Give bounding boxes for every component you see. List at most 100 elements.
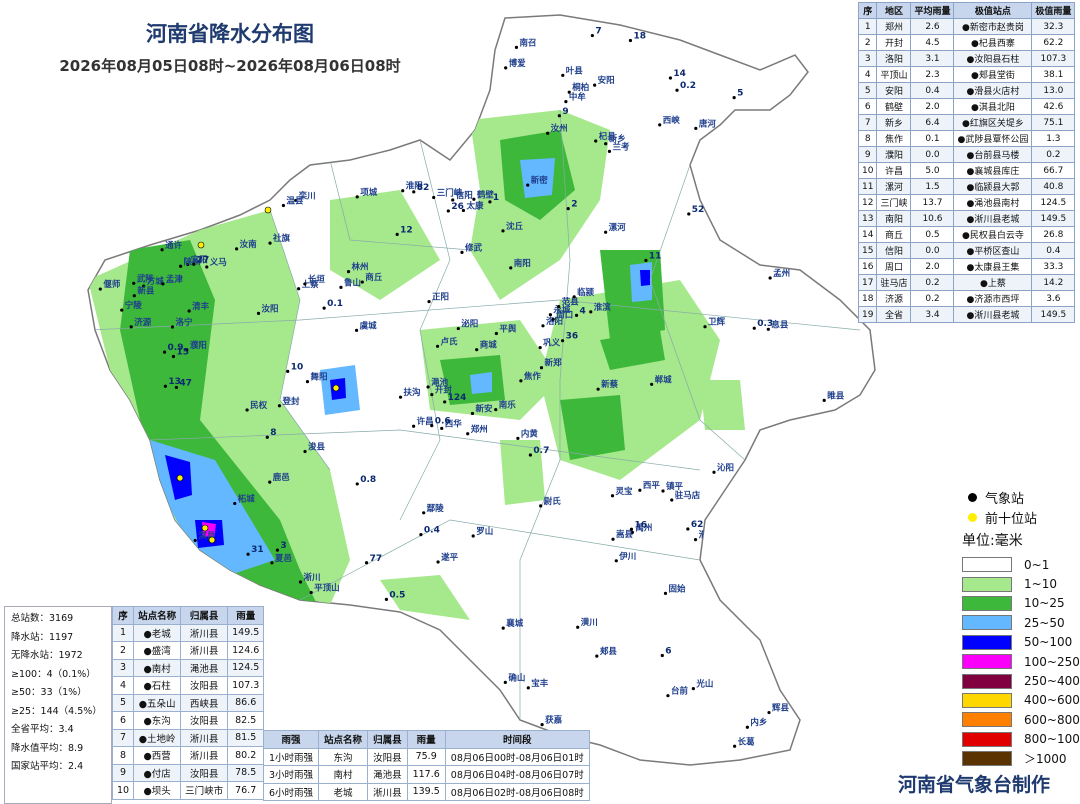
station-dot bbox=[610, 494, 615, 498]
city-label: 罗山 bbox=[476, 526, 493, 537]
region-row: 19 全省 3.4 ●淅川县老城 149.5 bbox=[857, 306, 1076, 323]
page-title: 河南省降水分布图 bbox=[146, 22, 314, 46]
region-cell: ●淅川县老城 bbox=[953, 210, 1033, 227]
rainfall-value-label: 1 bbox=[493, 193, 499, 203]
station-dot bbox=[339, 285, 343, 289]
station-dot bbox=[129, 325, 133, 329]
region-cell: 濮阳 bbox=[876, 146, 912, 163]
credit-text: 河南省气象台制作 bbox=[898, 774, 1051, 796]
region-cell: 0.2 bbox=[910, 274, 955, 291]
station-dot bbox=[686, 527, 690, 531]
station-dot bbox=[475, 348, 479, 352]
station-header: 雨量 bbox=[227, 606, 265, 625]
hourly-cell: 1小时雨强 bbox=[262, 747, 320, 766]
rainfall-value-label: 0.4 bbox=[424, 526, 440, 536]
region-cell: 0.5 bbox=[910, 226, 955, 243]
region-row: 17 驻马店 0.2 ●上蔡 14.2 bbox=[857, 274, 1076, 291]
station-cell: ●老城 bbox=[133, 623, 182, 642]
rainfall-value-label: 0.8 bbox=[360, 475, 376, 485]
city-label: 浚县 bbox=[308, 441, 326, 452]
station-row: 1 ●老城 淅川县 149.5 bbox=[111, 623, 265, 642]
stat-line: 总站数：3169 bbox=[11, 613, 74, 624]
station-dot bbox=[443, 400, 447, 404]
station-cell: 三门峡市 bbox=[180, 781, 229, 800]
city-label: 郏县 bbox=[599, 646, 618, 657]
city-label: 平舆 bbox=[499, 324, 517, 335]
city-label: 博爱 bbox=[509, 58, 527, 69]
region-cell: 全省 bbox=[876, 306, 912, 323]
stat-line: ≥100：4（0.1%） bbox=[11, 668, 96, 680]
station-cell: 9 bbox=[111, 763, 135, 782]
region-row: 18 济源 0.2 ●济源市西坪 3.6 bbox=[857, 290, 1076, 307]
city-label: 鲁山 bbox=[344, 277, 361, 288]
station-dot bbox=[286, 369, 290, 373]
legend-item: 600~800 bbox=[962, 710, 1080, 729]
city-label: 新蔡 bbox=[601, 379, 619, 390]
hourly-cell: 渑池县 bbox=[367, 765, 408, 784]
legend-swatch bbox=[962, 557, 1012, 573]
region-cell: 0.2 bbox=[910, 290, 955, 307]
station-dot bbox=[256, 311, 261, 315]
station-dot bbox=[440, 426, 444, 431]
city-label: 光山 bbox=[695, 679, 713, 690]
station-dot bbox=[650, 382, 654, 386]
station-dot bbox=[268, 480, 272, 484]
region-cell: 149.5 bbox=[1031, 210, 1076, 227]
station-cell: 汝阳县 bbox=[180, 763, 229, 782]
station-dot bbox=[691, 687, 695, 691]
rainfall-value-label: 4 bbox=[580, 306, 586, 316]
station-dot bbox=[675, 88, 679, 92]
region-cell: 0.1 bbox=[910, 130, 955, 147]
station-dot bbox=[193, 538, 197, 543]
station-cell: ●石柱 bbox=[133, 676, 182, 695]
station-dot bbox=[430, 392, 434, 397]
city-label: 孟津 bbox=[166, 274, 184, 285]
station-dot bbox=[666, 694, 670, 698]
region-cell: 3.6 bbox=[1031, 290, 1076, 307]
station-dot bbox=[395, 232, 399, 236]
region-row: 5 安阳 0.4 ●滑县火店村 13.0 bbox=[857, 82, 1076, 99]
city-label: 卫辉 bbox=[708, 317, 726, 328]
station-dot bbox=[607, 149, 612, 153]
station-dot bbox=[658, 123, 662, 127]
station-dot bbox=[346, 270, 351, 274]
region-header: 极值雨量 bbox=[1031, 2, 1076, 19]
region-cell: 0.0 bbox=[910, 146, 955, 163]
region-cell: ●台前县马楼 bbox=[953, 146, 1033, 163]
station-cell: 149.5 bbox=[227, 623, 265, 642]
city-label: 潢川 bbox=[581, 617, 598, 628]
city-label: 偃师 bbox=[103, 279, 121, 290]
city-label: 灵宝 bbox=[616, 486, 634, 497]
rainfall-value-label: 2 bbox=[571, 200, 577, 210]
yellow-dot-icon bbox=[968, 513, 977, 522]
station-dot bbox=[466, 432, 470, 436]
region-cell: 新乡 bbox=[876, 114, 912, 131]
city-label: 郸城 bbox=[655, 374, 673, 385]
station-dot bbox=[519, 379, 523, 383]
region-cell: 2.0 bbox=[910, 258, 955, 275]
rainfall-value-label: 27 bbox=[197, 255, 210, 265]
station-dot bbox=[245, 408, 249, 412]
station-dot bbox=[412, 424, 416, 428]
station-dot bbox=[540, 723, 544, 727]
station-row: 9 ●付店 汝阳县 78.5 bbox=[111, 763, 265, 782]
region-cell: 安阳 bbox=[876, 82, 912, 99]
region-cell: 149.5 bbox=[1031, 306, 1076, 323]
station-dot bbox=[539, 366, 544, 370]
region-cell: ●红旗区关堤乡 bbox=[953, 114, 1033, 131]
city-label: 唐河 bbox=[699, 118, 717, 129]
station-dot bbox=[546, 131, 550, 135]
station-cell: 8 bbox=[111, 746, 135, 765]
station-dot bbox=[446, 209, 450, 213]
legend-swatch bbox=[962, 654, 1012, 670]
region-cell: 3.4 bbox=[910, 306, 955, 323]
hourly-intensity-table: 雨强 站点名称 归属县 雨量 时间段 1小时雨强 东沟 汝阳县 75.9 08月06日00时-0… bbox=[262, 730, 590, 801]
legend-station-label: 气象站 bbox=[985, 492, 1025, 507]
station-dot bbox=[298, 580, 303, 584]
station-cell: 淅川县 bbox=[180, 641, 229, 660]
station-dot bbox=[560, 339, 565, 343]
city-label: 太康 bbox=[465, 200, 484, 211]
region-cell: ●滑县火店村 bbox=[953, 82, 1033, 99]
stat-line: 国家站平均：2.4 bbox=[11, 761, 84, 772]
station-dot bbox=[574, 313, 579, 317]
